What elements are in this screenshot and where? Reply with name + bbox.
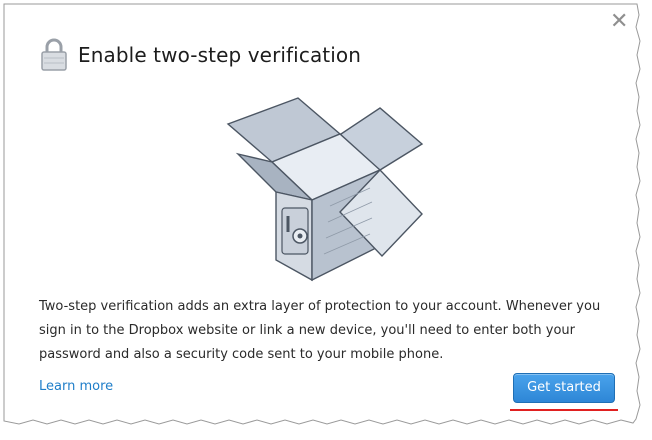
lock-icon — [41, 38, 67, 71]
open-box-safe-illustration — [226, 97, 424, 282]
annotation-underline — [510, 409, 618, 411]
dialog-title: Enable two-step verification — [78, 43, 362, 67]
get-started-button[interactable]: Get started — [513, 373, 615, 403]
dialog-description: Two-step verification adds an extra laye… — [39, 299, 601, 362]
close-icon[interactable]: ✕ — [610, 11, 628, 33]
two-step-dialog: ✕ Enable two-step verification Two-step … — [10, 10, 630, 415]
learn-more-link[interactable]: Learn more — [39, 379, 113, 394]
dialog-header: Enable two-step verification — [40, 38, 361, 72]
